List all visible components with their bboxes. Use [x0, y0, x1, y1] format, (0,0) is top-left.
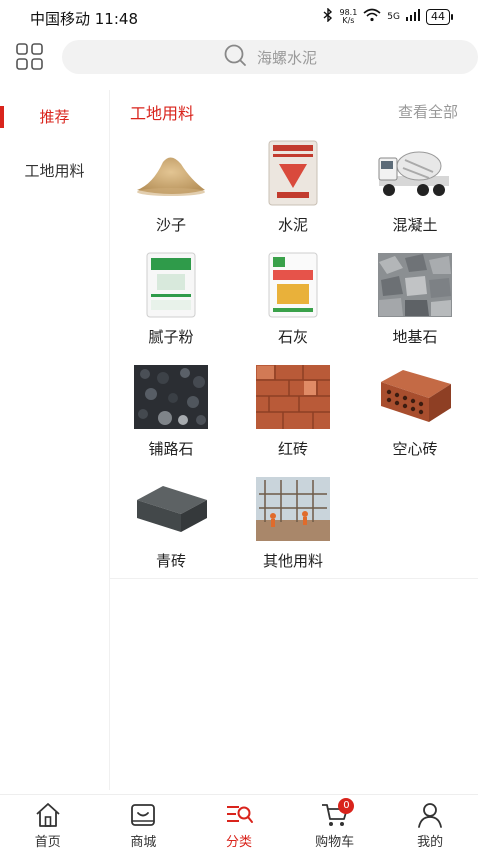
- sand-pile-icon: [133, 140, 209, 206]
- product-label: 红砖: [277, 440, 308, 458]
- product-item-hollow-brick[interactable]: 空心砖: [354, 364, 476, 476]
- status-icons: 98.1 K/s 5G 44: [323, 7, 453, 25]
- net-speed-unit: K/s: [342, 15, 355, 25]
- search-placeholder: 海螺水泥: [256, 48, 317, 67]
- wifi-icon: [363, 8, 381, 25]
- tab-label: 分类: [225, 835, 252, 850]
- product-label: 地基石: [392, 328, 438, 346]
- status-bar: 中国移动 11:48 98.1 K/s 5G 44: [0, 0, 478, 34]
- signal-icon: [406, 9, 420, 24]
- tab-category[interactable]: 分类: [191, 795, 287, 850]
- tab-cart[interactable]: 0 购物车: [287, 795, 383, 850]
- tab-label: 购物车: [315, 835, 355, 850]
- top-bar: 海螺水泥: [0, 36, 478, 80]
- product-item-lime[interactable]: 石灰: [232, 252, 354, 364]
- mixer-truck-icon: [377, 140, 453, 206]
- bluetooth-icon: [323, 7, 333, 25]
- tab-label: 我的: [417, 835, 444, 850]
- tab-home[interactable]: 首页: [0, 795, 96, 850]
- putty-bag-icon: [133, 252, 209, 318]
- section-title: 工地用料: [130, 104, 195, 123]
- sidebar-item-label: 工地用料: [24, 162, 85, 180]
- product-item-red-brick[interactable]: 红砖: [232, 364, 354, 476]
- category-icon: [226, 806, 253, 823]
- product-label: 其他用料: [262, 552, 323, 570]
- product-label: 石灰: [277, 328, 308, 346]
- network-type: 5G: [387, 11, 400, 22]
- cart-count-badge: 0: [338, 798, 355, 814]
- tab-profile[interactable]: 我的: [382, 795, 478, 850]
- category-content: 工地用料 查看全部 沙子 水泥 混凝土 腻子粉 石灰 地基石 铺路石 红砖 空心…: [110, 90, 478, 579]
- carrier-time: 中国移动 11:48: [30, 10, 138, 28]
- product-label: 空心砖: [392, 440, 438, 458]
- paving-gravel-icon: [133, 364, 209, 430]
- home-icon: [36, 803, 60, 827]
- net-speed: 98.1 K/s: [339, 8, 357, 25]
- category-grid-icon[interactable]: [16, 43, 44, 71]
- product-label: 青砖: [155, 552, 186, 570]
- tab-label: 首页: [34, 835, 61, 850]
- product-item-paving-stone[interactable]: 铺路石: [110, 364, 232, 476]
- product-item-concrete[interactable]: 混凝土: [354, 140, 476, 252]
- section-header: 工地用料 查看全部: [110, 90, 478, 132]
- active-indicator: [0, 106, 4, 128]
- user-icon: [418, 803, 443, 828]
- hollow-brick-icon: [377, 364, 453, 430]
- product-item-grey-brick[interactable]: 青砖: [110, 476, 232, 588]
- product-item-other-materials[interactable]: 其他用料: [232, 476, 354, 588]
- battery-indicator: 44: [426, 8, 453, 25]
- product-label: 铺路石: [148, 440, 194, 458]
- product-grid: 沙子 水泥 混凝土 腻子粉 石灰 地基石 铺路石 红砖 空心砖 青砖 其他用料: [110, 140, 478, 588]
- search-icon: [223, 43, 247, 71]
- product-label: 沙子: [155, 216, 186, 234]
- product-label: 腻子粉: [148, 328, 194, 346]
- sidebar-item-label: 推荐: [39, 108, 70, 126]
- tab-shop[interactable]: 商城: [96, 795, 192, 850]
- section-divider: [110, 578, 478, 579]
- tab-label: 商城: [130, 835, 157, 850]
- view-all-link[interactable]: 查看全部: [398, 101, 458, 122]
- search-input[interactable]: 海螺水泥: [62, 40, 478, 74]
- product-label: 水泥: [277, 216, 308, 234]
- grey-brick-icon: [133, 476, 209, 542]
- foundation-stones-icon: [377, 252, 453, 318]
- red-bricks-icon: [255, 364, 331, 430]
- product-item-putty-powder[interactable]: 腻子粉: [110, 252, 232, 364]
- bottom-tab-bar: 首页 商城 分类 0 购物车 我的: [0, 794, 478, 850]
- cement-bag-icon: [255, 140, 331, 206]
- category-sidebar: 推荐 工地用料: [0, 90, 110, 790]
- product-item-cement[interactable]: 水泥: [232, 140, 354, 252]
- sidebar-item-site-materials[interactable]: 工地用料: [0, 144, 109, 198]
- product-item-sand[interactable]: 沙子: [110, 140, 232, 252]
- shop-icon: [131, 804, 156, 826]
- product-label: 混凝土: [392, 216, 438, 234]
- lime-bag-icon: [255, 252, 331, 318]
- construction-site-icon: [255, 476, 331, 542]
- sidebar-item-recommend[interactable]: 推荐: [0, 90, 109, 144]
- product-item-foundation-stone[interactable]: 地基石: [354, 252, 476, 364]
